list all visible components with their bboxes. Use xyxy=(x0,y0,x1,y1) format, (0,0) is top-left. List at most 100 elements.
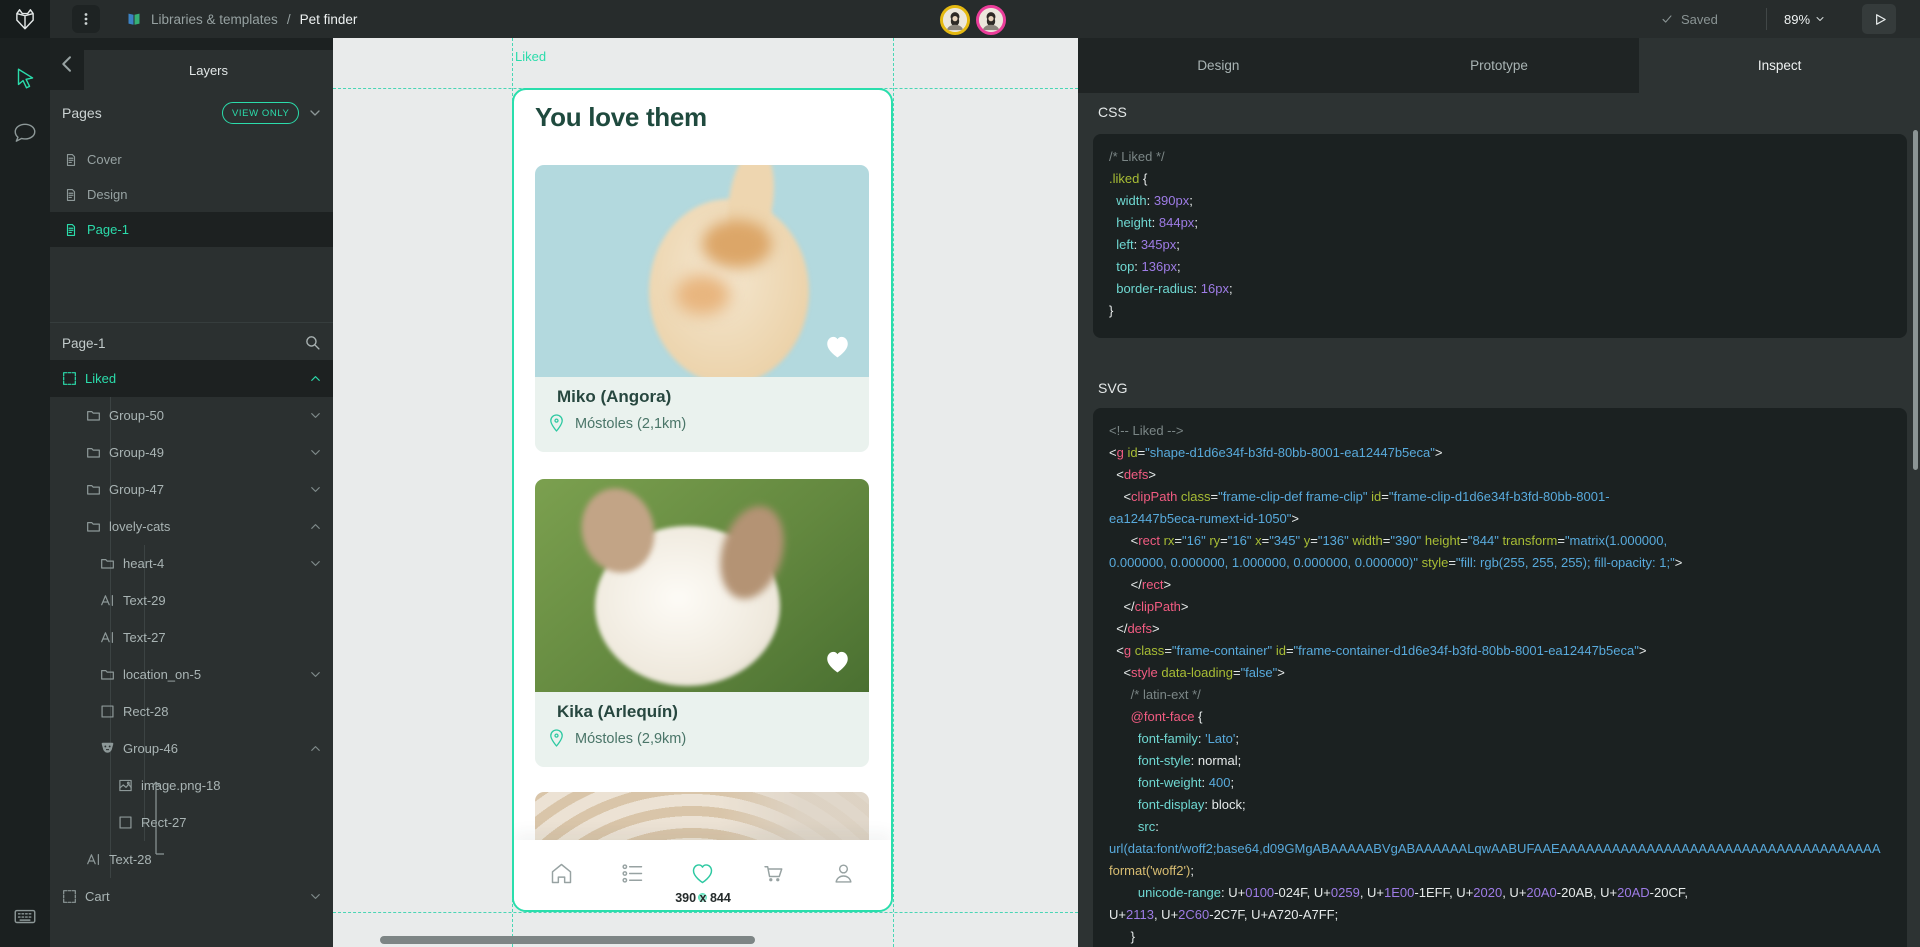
layer-item-lovely-cats[interactable]: lovely-cats xyxy=(50,508,333,545)
chevron-up-icon[interactable] xyxy=(308,741,323,756)
layer-item-image.png-18[interactable]: image.png-18 xyxy=(50,767,333,804)
chevron-down-icon[interactable] xyxy=(308,408,323,423)
frame-name-label[interactable]: Liked xyxy=(515,49,546,64)
chevron-down-icon[interactable] xyxy=(308,889,323,904)
keyboard-shortcuts-button[interactable] xyxy=(12,903,38,929)
nav-cart-icon[interactable] xyxy=(760,860,787,887)
tab-layers[interactable]: Layers xyxy=(84,50,333,90)
chevron-down-icon[interactable] xyxy=(308,445,323,460)
layer-item-location_on-5[interactable]: location_on-5 xyxy=(50,656,333,693)
layer-item-cart[interactable]: Cart xyxy=(50,878,333,915)
layer-item-text-28[interactable]: Text-28 xyxy=(50,841,333,878)
code-line: </rect> xyxy=(1109,574,1891,596)
page-item-design[interactable]: Design xyxy=(50,177,333,212)
tab-prototype[interactable]: Prototype xyxy=(1359,38,1640,93)
inspect-panel: DesignPrototypeInspect CSS /* Liked */.l… xyxy=(1078,38,1920,947)
view-mode-button[interactable] xyxy=(1862,4,1896,34)
code-line: /* latin-ext */ xyxy=(1109,684,1891,706)
main-menu-button[interactable] xyxy=(72,5,100,33)
chevron-down-icon[interactable] xyxy=(308,556,323,571)
pet-card-1[interactable]: Miko (Angora) Móstoles (2,1km) xyxy=(535,165,869,452)
search-icon[interactable] xyxy=(304,334,321,351)
code-line: unicode-range: U+0100-024F, U+0259, U+1E… xyxy=(1109,882,1891,904)
folder-icon xyxy=(86,482,101,497)
code-line: url(data:font/woff2;base64,d09GMgABAAAAA… xyxy=(1109,838,1891,860)
nav-list-icon[interactable] xyxy=(619,860,646,887)
play-icon xyxy=(1871,11,1888,28)
layer-label: Rect-28 xyxy=(123,704,169,719)
canvas[interactable]: Liked You love them Miko (Angora) Móstol… xyxy=(333,38,1078,947)
canvas-horizontal-scrollbar[interactable] xyxy=(380,936,755,944)
pages-collapse-icon[interactable] xyxy=(307,105,323,121)
frame-heading: You love them xyxy=(535,102,707,133)
code-line: <g id="shape-d1d6e34f-b3fd-80bb-8001-ea1… xyxy=(1109,442,1891,464)
selection-guide-horizontal-bottom xyxy=(333,912,1078,913)
layer-item-group-46[interactable]: Group-46 xyxy=(50,730,333,767)
folder-icon xyxy=(100,667,115,682)
tab-design[interactable]: Design xyxy=(1078,38,1359,93)
collaborator-avatar-2[interactable] xyxy=(976,5,1006,35)
code-line: font-style: normal; xyxy=(1109,750,1891,772)
chevron-down-icon[interactable] xyxy=(308,482,323,497)
pages-title: Pages xyxy=(62,105,102,121)
code-line: <!-- Liked --> xyxy=(1109,420,1891,442)
layer-label: Group-50 xyxy=(109,408,164,423)
layer-label: location_on-5 xyxy=(123,667,201,682)
layer-item-heart-4[interactable]: heart-4 xyxy=(50,545,333,582)
app-logo-button[interactable] xyxy=(0,0,50,38)
nav-user-icon[interactable] xyxy=(830,860,857,887)
code-line: } xyxy=(1109,926,1891,947)
collaborator-avatar-1[interactable] xyxy=(940,5,970,35)
layer-item-group-47[interactable]: Group-47 xyxy=(50,471,333,508)
inspect-tabstrip: DesignPrototypeInspect xyxy=(1078,38,1920,93)
breadcrumb-library[interactable]: Libraries & templates xyxy=(151,12,278,27)
nav-heart-icon[interactable] xyxy=(689,860,716,887)
code-line: font-weight: 400; xyxy=(1109,772,1891,794)
pet-card-2[interactable]: Kika (Arlequín) Móstoles (2,9km) xyxy=(535,479,869,767)
cat-photo xyxy=(535,165,869,377)
comments-tool-button[interactable] xyxy=(12,120,38,146)
chevron-down-icon[interactable] xyxy=(308,667,323,682)
inspect-scrollbar[interactable] xyxy=(1913,130,1918,470)
pet-card-info: Kika (Arlequín) Móstoles (2,9km) xyxy=(535,692,869,767)
layer-label: Group-49 xyxy=(109,445,164,460)
layers-panel-header: Layers xyxy=(50,38,333,90)
layer-item-text-27[interactable]: Text-27 xyxy=(50,619,333,656)
rect-icon xyxy=(100,704,115,719)
chevron-up-icon[interactable] xyxy=(308,519,323,534)
page-icon xyxy=(64,153,78,167)
liked-frame[interactable]: You love them Miko (Angora) Móstoles (2,… xyxy=(512,88,893,912)
layer-item-text-29[interactable]: Text-29 xyxy=(50,582,333,619)
board-icon xyxy=(62,889,77,904)
code-line: <clipPath class="frame-clip-def frame-cl… xyxy=(1109,486,1891,508)
layer-item-group-50[interactable]: Group-50 xyxy=(50,397,333,434)
pages-list: Cover DesignPage-1 xyxy=(50,142,333,247)
tab-inspect[interactable]: Inspect xyxy=(1639,38,1920,93)
image-icon xyxy=(118,778,133,793)
page-item-cover[interactable]: Cover xyxy=(50,142,333,177)
layer-item-liked[interactable]: Liked xyxy=(50,360,333,397)
pointer-tool-button[interactable] xyxy=(12,66,38,92)
layer-item-rect-27[interactable]: Rect-27 xyxy=(50,804,333,841)
layer-item-group-49[interactable]: Group-49 xyxy=(50,434,333,471)
liked-heart-icon[interactable] xyxy=(822,647,853,676)
zoom-control[interactable]: 89% xyxy=(1784,0,1826,38)
layer-label: Text-28 xyxy=(109,852,152,867)
css-code-block[interactable]: /* Liked */.liked { width: 390px; height… xyxy=(1093,134,1907,338)
layer-item-rect-28[interactable]: Rect-28 xyxy=(50,693,333,730)
code-line: width: 390px; xyxy=(1109,190,1891,212)
liked-heart-icon[interactable] xyxy=(822,332,853,361)
frame-size-label: 390 x 844 xyxy=(642,891,764,905)
layer-label: lovely-cats xyxy=(109,519,170,534)
layer-label: Group-46 xyxy=(123,741,178,756)
layer-label: Cart xyxy=(85,889,110,904)
collapse-panel-button[interactable] xyxy=(55,52,79,76)
page-item-page-1[interactable]: Page-1 xyxy=(50,212,333,247)
penpot-workspace: Libraries & templates / Pet finder Saved… xyxy=(0,0,1920,947)
code-line: format('woff2'); xyxy=(1109,860,1891,882)
folder-icon xyxy=(86,445,101,460)
chevron-up-icon[interactable] xyxy=(308,371,323,386)
page-label: Cover xyxy=(87,152,122,167)
nav-home-icon[interactable] xyxy=(548,860,575,887)
svg-code-block[interactable]: <!-- Liked --><g id="shape-d1d6e34f-b3fd… xyxy=(1093,408,1907,947)
